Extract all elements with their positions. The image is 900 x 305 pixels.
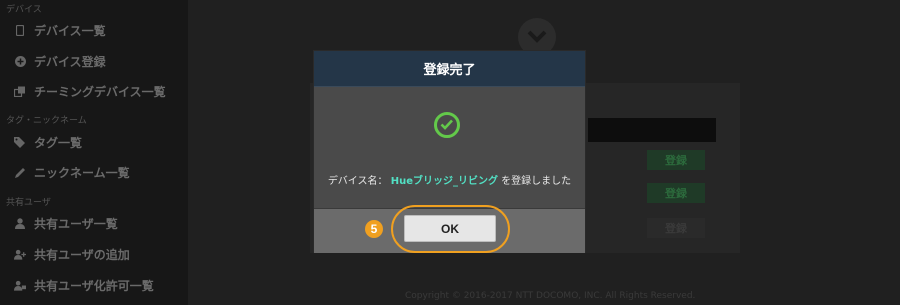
sidebar-item-label: 共有ユーザ化許可一覧: [34, 278, 154, 293]
dialog-title: 登録完了: [314, 51, 585, 87]
sidebar-item-label: デバイス一覧: [34, 23, 106, 38]
sidebar-item-label: タグ一覧: [34, 135, 83, 150]
plus-circle-icon: [14, 55, 26, 67]
device-name: Hueブリッジ_リビング: [390, 176, 498, 187]
background-table-header: [588, 118, 716, 142]
sidebar-item-label: 共有ユーザ一覧: [34, 216, 118, 231]
sidebar-item-shared-user-add[interactable]: 共有ユーザの追加: [14, 244, 130, 264]
step-number-badge: 5: [365, 220, 383, 238]
pencil-icon: [14, 166, 26, 178]
sidebar-item-nickname-list[interactable]: ニックネーム一覧: [14, 162, 130, 182]
section-label-shared: 共有ユーザ: [6, 198, 51, 208]
sidebar-item-label: 共有ユーザの追加: [34, 247, 130, 262]
user-plus-icon: [14, 248, 26, 260]
message-suffix: を登録しました: [501, 176, 572, 187]
tags-icon: [14, 136, 26, 148]
clone-icon: [14, 85, 26, 97]
sidebar-item-shared-user-list[interactable]: 共有ユーザ一覧: [14, 213, 118, 233]
ok-button[interactable]: OK: [404, 215, 496, 242]
sidebar-item-label: ニックネーム一覧: [34, 165, 130, 180]
user-icon: [14, 217, 26, 229]
section-label-tags: タグ・ニックネーム: [6, 116, 87, 126]
message-prefix: デバイス名：: [327, 176, 388, 187]
sidebar-item-label: デバイス登録: [34, 54, 106, 69]
copyright-footer: Copyright © 2016-2017 NTT DOCOMO, INC. A…: [405, 291, 696, 301]
dialog-body: [314, 87, 585, 208]
user-lock-icon: [14, 279, 26, 291]
register-button-disabled: 登録: [647, 218, 705, 238]
sidebar-item-device-list[interactable]: デバイス一覧: [14, 20, 106, 40]
sidebar-item-shared-permission-list[interactable]: 共有ユーザ化許可一覧: [14, 275, 154, 295]
sidebar-item-teaming-list[interactable]: チーミングデバイス一覧: [14, 81, 166, 101]
register-button[interactable]: 登録: [647, 150, 705, 170]
sidebar-item-tag-list[interactable]: タグ一覧: [14, 132, 82, 152]
dialog-message: デバイス名： Hueブリッジ_リビング を登録しました: [314, 172, 585, 187]
section-label-devices: デバイス: [6, 5, 42, 15]
sidebar-item-label: チーミングデバイス一覧: [34, 84, 166, 99]
register-button[interactable]: 登録: [647, 183, 705, 203]
sidebar-item-device-register[interactable]: デバイス登録: [14, 51, 106, 71]
check-circle-icon: [434, 112, 460, 138]
sidebar: デバイス デバイス一覧 デバイス登録 チーミングデバイス一覧 タグ・ニックネーム…: [0, 0, 188, 305]
phone-icon: [14, 24, 26, 36]
